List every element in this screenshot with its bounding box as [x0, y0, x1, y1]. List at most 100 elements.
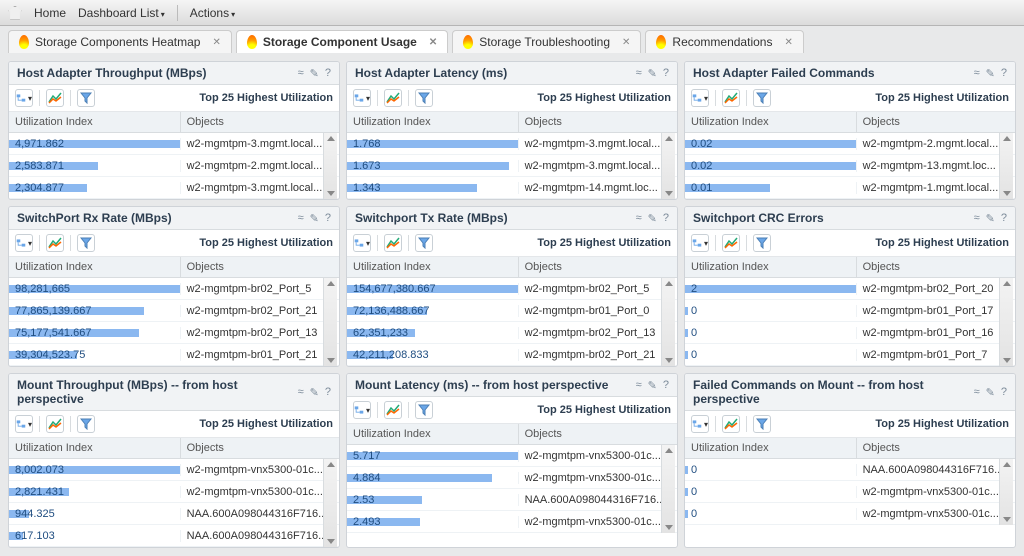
scrollbar[interactable] [323, 133, 337, 199]
table-row[interactable]: 4.884w2-mgmtpm-vnx5300-01c... [347, 467, 677, 489]
hierarchy-icon[interactable]: ▾ [353, 89, 371, 107]
help-icon[interactable]: ? [663, 379, 669, 392]
col-utilization-index[interactable]: Utilization Index [347, 112, 519, 132]
actions-menu[interactable]: Actions▾ [190, 6, 235, 20]
filter-icon[interactable] [77, 415, 95, 433]
help-icon[interactable]: ? [325, 67, 331, 80]
chart-icon[interactable] [384, 89, 402, 107]
collapse-icon[interactable]: ≈ [636, 379, 642, 392]
edit-icon[interactable]: ✎ [648, 67, 657, 80]
edit-icon[interactable]: ✎ [986, 386, 995, 399]
collapse-icon[interactable]: ≈ [298, 212, 304, 225]
scrollbar[interactable] [999, 459, 1013, 525]
chart-icon[interactable] [384, 234, 402, 252]
col-objects[interactable]: Objects [857, 257, 1015, 277]
filter-icon[interactable] [415, 89, 433, 107]
table-row[interactable]: 4,971.862w2-mgmtpm-3.mgmt.local... [9, 133, 339, 155]
col-utilization-index[interactable]: Utilization Index [347, 257, 519, 277]
scrollbar[interactable] [323, 459, 337, 547]
edit-icon[interactable]: ✎ [986, 67, 995, 80]
table-row[interactable]: 1.343w2-mgmtpm-14.mgmt.loc... [347, 177, 677, 199]
filter-icon[interactable] [415, 234, 433, 252]
table-row[interactable]: 0.01w2-mgmtpm-1.mgmt.local... [685, 177, 1015, 199]
edit-icon[interactable]: ✎ [310, 212, 319, 225]
col-objects[interactable]: Objects [519, 257, 677, 277]
table-row[interactable]: 2,304.877w2-mgmtpm-3.mgmt.local... [9, 177, 339, 199]
table-row[interactable]: 62,351,233w2-mgmtpm-br02_Port_13 [347, 322, 677, 344]
edit-icon[interactable]: ✎ [648, 379, 657, 392]
col-objects[interactable]: Objects [181, 257, 339, 277]
table-row[interactable]: 75,177,541.667w2-mgmtpm-br02_Port_13 [9, 322, 339, 344]
hierarchy-icon[interactable]: ▾ [691, 415, 709, 433]
table-row[interactable]: 0NAA.600A098044316F716... [685, 459, 1015, 481]
col-utilization-index[interactable]: Utilization Index [9, 257, 181, 277]
col-utilization-index[interactable]: Utilization Index [9, 438, 181, 458]
collapse-icon[interactable]: ≈ [974, 386, 980, 399]
edit-icon[interactable]: ✎ [986, 212, 995, 225]
scrollbar[interactable] [999, 133, 1013, 199]
help-icon[interactable]: ? [663, 212, 669, 225]
help-icon[interactable]: ? [325, 386, 331, 399]
tab[interactable]: Storage Component Usage✕ [236, 30, 448, 53]
help-icon[interactable]: ? [1001, 67, 1007, 80]
scrollbar[interactable] [323, 278, 337, 366]
home-icon[interactable] [8, 6, 22, 20]
table-row[interactable]: 5.717w2-mgmtpm-vnx5300-01c... [347, 445, 677, 467]
table-row[interactable]: 0.02w2-mgmtpm-13.mgmt.loc... [685, 155, 1015, 177]
filter-icon[interactable] [753, 234, 771, 252]
hierarchy-icon[interactable]: ▾ [691, 89, 709, 107]
table-row[interactable]: 77,865,139.667w2-mgmtpm-br02_Port_21 [9, 300, 339, 322]
help-icon[interactable]: ? [663, 67, 669, 80]
scrollbar[interactable] [661, 133, 675, 199]
col-utilization-index[interactable]: Utilization Index [9, 112, 181, 132]
help-icon[interactable]: ? [1001, 212, 1007, 225]
tab[interactable]: Storage Components Heatmap✕ [8, 30, 232, 53]
filter-icon[interactable] [77, 234, 95, 252]
table-row[interactable]: 2.53NAA.600A098044316F716... [347, 489, 677, 511]
table-row[interactable]: 0.02w2-mgmtpm-2.mgmt.local... [685, 133, 1015, 155]
table-row[interactable]: 1.673w2-mgmtpm-3.mgmt.local... [347, 155, 677, 177]
edit-icon[interactable]: ✎ [310, 386, 319, 399]
table-row[interactable]: 8,002.073w2-mgmtpm-vnx5300-01c... [9, 459, 339, 481]
table-row[interactable]: 42,211,208.833w2-mgmtpm-br02_Port_21 [347, 344, 677, 366]
collapse-icon[interactable]: ≈ [636, 212, 642, 225]
table-row[interactable]: 39,304,523.75w2-mgmtpm-br01_Port_21 [9, 344, 339, 366]
filter-icon[interactable] [77, 89, 95, 107]
col-objects[interactable]: Objects [519, 424, 677, 444]
filter-icon[interactable] [753, 89, 771, 107]
col-utilization-index[interactable]: Utilization Index [685, 438, 857, 458]
hierarchy-icon[interactable]: ▾ [15, 415, 33, 433]
col-objects[interactable]: Objects [857, 438, 1015, 458]
close-icon[interactable]: ✕ [622, 37, 630, 48]
scrollbar[interactable] [999, 278, 1013, 366]
col-utilization-index[interactable]: Utilization Index [347, 424, 519, 444]
table-row[interactable]: 98,281,665w2-mgmtpm-br02_Port_5 [9, 278, 339, 300]
collapse-icon[interactable]: ≈ [298, 67, 304, 80]
collapse-icon[interactable]: ≈ [636, 67, 642, 80]
table-row[interactable]: 617.103NAA.600A098044316F716... [9, 525, 339, 547]
hierarchy-icon[interactable]: ▾ [15, 89, 33, 107]
table-row[interactable]: 0w2-mgmtpm-vnx5300-01c... [685, 481, 1015, 503]
chart-icon[interactable] [722, 89, 740, 107]
chart-icon[interactable] [384, 401, 402, 419]
close-icon[interactable]: ✕ [784, 37, 792, 48]
filter-icon[interactable] [415, 401, 433, 419]
chart-icon[interactable] [46, 234, 64, 252]
chart-icon[interactable] [46, 415, 64, 433]
chart-icon[interactable] [46, 89, 64, 107]
col-objects[interactable]: Objects [181, 112, 339, 132]
col-utilization-index[interactable]: Utilization Index [685, 257, 857, 277]
table-row[interactable]: 0w2-mgmtpm-br01_Port_7 [685, 344, 1015, 366]
dashboard-list-menu[interactable]: Dashboard List▾ [78, 6, 165, 20]
hierarchy-icon[interactable]: ▾ [15, 234, 33, 252]
hierarchy-icon[interactable]: ▾ [691, 234, 709, 252]
chart-icon[interactable] [722, 415, 740, 433]
table-row[interactable]: 0w2-mgmtpm-br01_Port_16 [685, 322, 1015, 344]
close-icon[interactable]: ✕ [429, 37, 437, 48]
table-row[interactable]: 154,677,380.667w2-mgmtpm-br02_Port_5 [347, 278, 677, 300]
help-icon[interactable]: ? [325, 212, 331, 225]
table-row[interactable]: 2w2-mgmtpm-br02_Port_20 [685, 278, 1015, 300]
table-row[interactable]: 2.493w2-mgmtpm-vnx5300-01c... [347, 511, 677, 533]
home-link[interactable]: Home [34, 6, 66, 20]
help-icon[interactable]: ? [1001, 386, 1007, 399]
